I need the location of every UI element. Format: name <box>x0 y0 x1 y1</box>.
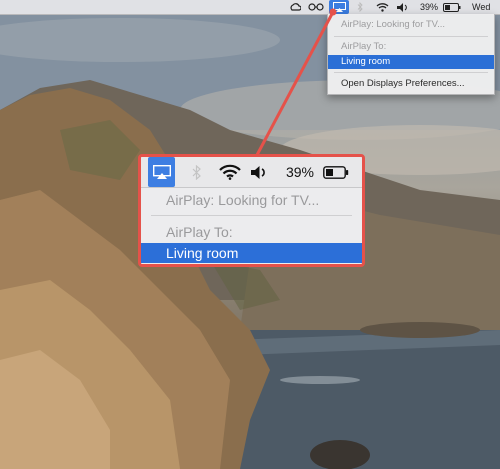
wifi-icon[interactable] <box>217 157 243 187</box>
battery-icon[interactable] <box>321 157 351 187</box>
zoomed-menu-bar: 39% <box>141 157 362 188</box>
airplay-status-label: AirPlay: Looking for TV... <box>166 192 320 208</box>
bluetooth-icon[interactable] <box>188 157 204 187</box>
airplay-to-label: AirPlay To: <box>166 224 233 240</box>
menu-divider <box>151 215 352 216</box>
zoom-callout: 39% AirPlay: Looking for TV... AirPlay T… <box>138 154 365 267</box>
volume-icon[interactable] <box>249 157 269 187</box>
living-room-item[interactable]: Living room <box>141 243 362 263</box>
airplay-icon[interactable] <box>148 157 175 187</box>
battery-percent[interactable]: 39% <box>284 157 316 187</box>
